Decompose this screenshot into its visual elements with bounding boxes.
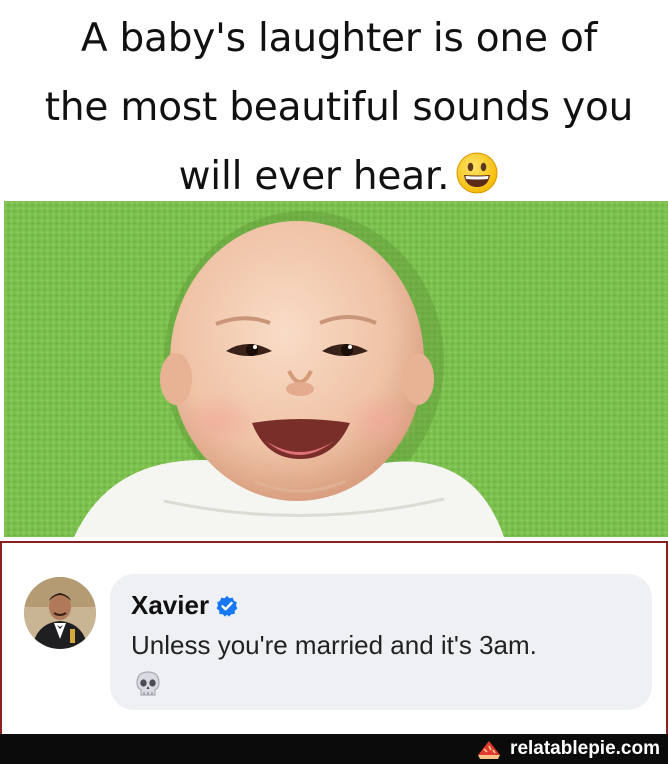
skull-emoji-icon xyxy=(136,671,160,696)
brand-watermark[interactable]: relatablepie.com xyxy=(476,737,660,761)
caption-line-2: the most beautiful sounds you xyxy=(44,85,634,130)
caption-area: A baby's laughter is one of the most bea… xyxy=(0,0,668,200)
grinning-face-icon xyxy=(456,152,498,194)
footer-bar: relatablepie.com xyxy=(0,734,668,764)
pie-logo-icon xyxy=(478,741,501,759)
baby-illustration xyxy=(4,201,668,537)
caption-text: A baby's laughter is one of the most bea… xyxy=(18,4,660,211)
verified-badge-icon xyxy=(216,595,238,617)
comment-author[interactable]: Xavier xyxy=(131,590,209,621)
smiling-baby-image xyxy=(4,201,668,537)
comment-header: Xavier xyxy=(131,590,238,621)
comment-frame: Xavier Unless you're married and it's 3a… xyxy=(0,541,668,736)
comment-bubble: Xavier Unless you're married and it's 3a… xyxy=(110,574,652,710)
comment-text: Unless you're married and it's 3am. xyxy=(131,630,537,660)
caption-line-1: A baby's laughter is one of xyxy=(80,16,598,61)
avatar[interactable] xyxy=(24,577,96,649)
brand-text: relatablepie.com xyxy=(510,738,660,759)
caption-line-3-text: will ever hear. xyxy=(178,154,450,199)
avatar-portrait-icon xyxy=(24,577,96,649)
